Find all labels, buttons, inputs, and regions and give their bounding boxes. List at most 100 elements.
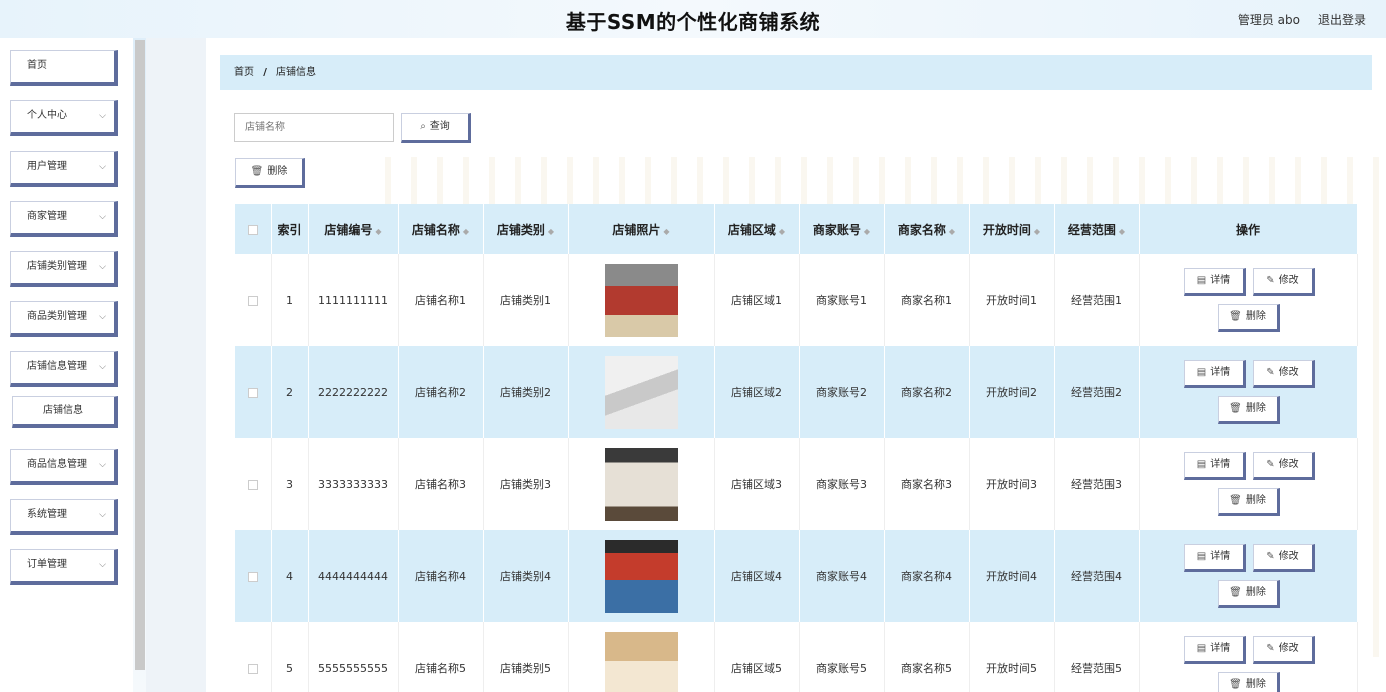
sidebar-item-label: 首页 (27, 60, 47, 71)
row-checkbox[interactable] (247, 571, 258, 582)
sidebar-item-home[interactable]: 首页 (10, 50, 118, 86)
document-icon: ▤ (1196, 551, 1207, 562)
breadcrumb: 首页 / 店铺信息 (220, 55, 1372, 90)
cell-merchant: 商家名称5 (884, 622, 970, 692)
sidebar-item-shop-category-management[interactable]: 店铺类别管理 ⌵ (10, 251, 118, 287)
shop-photo[interactable] (604, 263, 678, 337)
delete-button[interactable]: 🗑 删除 (1217, 304, 1280, 332)
edit-button[interactable]: ✎ 修改 (1252, 452, 1315, 480)
detail-button[interactable]: ▤ 详情 (1183, 544, 1246, 572)
cell-account: 商家账号3 (799, 438, 885, 530)
row-checkbox[interactable] (247, 479, 258, 490)
edit-button[interactable]: ✎ 修改 (1252, 268, 1315, 296)
table-row: 2 2222222222 店铺名称2 店铺类别2 店铺区域2 商家账号2 商家名称2 开放时间… (235, 346, 1358, 438)
column-header-scope[interactable]: 经营范围 ◆ (1054, 204, 1140, 254)
cell-photo (568, 254, 715, 346)
top-header: 基于SSM的个性化商铺系统 管理员 abo 退出登录 (0, 0, 1386, 38)
query-button[interactable]: ⌕ 查询 (401, 113, 471, 143)
cell-category: 店铺类别2 (483, 346, 569, 438)
delete-button[interactable]: 🗑 删除 (1217, 488, 1280, 516)
sidebar-item-user-management[interactable]: 用户管理 ⌵ (10, 151, 118, 187)
cell-actions: ▤ 详情 ✎ 修改 🗑 删除 (1139, 438, 1358, 530)
document-icon: ▤ (1196, 275, 1207, 286)
column-header-photo[interactable]: 店铺照片 ◆ (568, 204, 715, 254)
row-select-cell[interactable] (235, 254, 272, 346)
sidebar-item-merchant-management[interactable]: 商家管理 ⌵ (10, 201, 118, 237)
sort-icon: ◆ (863, 226, 871, 236)
cell-merchant: 商家名称3 (884, 438, 970, 530)
row-select-cell[interactable] (235, 530, 272, 622)
sidebar-item-label: 商家管理 (27, 211, 67, 222)
chevron-down-icon: ⌵ (99, 162, 106, 172)
select-all-checkbox[interactable] (247, 224, 258, 235)
sidebar-item-product-category-management[interactable]: 商品类别管理 ⌵ (10, 301, 118, 337)
cell-account: 商家账号2 (799, 346, 885, 438)
shop-photo[interactable] (604, 539, 678, 613)
cell-area: 店铺区域1 (714, 254, 800, 346)
cell-category: 店铺类别3 (483, 438, 569, 530)
column-header-category[interactable]: 店铺类别 ◆ (483, 204, 569, 254)
sort-icon: ◆ (462, 226, 470, 236)
sidebar-item-label: 店铺类别管理 (27, 261, 87, 272)
row-checkbox[interactable] (247, 663, 258, 674)
cell-hours: 开放时间3 (969, 438, 1055, 530)
row-select-cell[interactable] (235, 622, 272, 692)
row-checkbox[interactable] (247, 295, 258, 306)
cell-photo (568, 346, 715, 438)
column-header-name[interactable]: 店铺名称 ◆ (398, 204, 484, 254)
cell-index: 2 (271, 346, 309, 438)
column-header-hours[interactable]: 开放时间 ◆ (969, 204, 1055, 254)
sidebar-item-order-management[interactable]: 订单管理 ⌵ (10, 549, 118, 585)
sidebar-item-label: 商品信息管理 (27, 459, 87, 470)
sort-icon: ◆ (778, 226, 786, 236)
chevron-up-icon: ⌵ (99, 362, 106, 372)
detail-button[interactable]: ▤ 详情 (1183, 452, 1246, 480)
shop-photo[interactable] (604, 631, 678, 692)
sidebar-scrollbar[interactable] (135, 40, 145, 670)
select-all-header[interactable] (235, 204, 272, 254)
row-select-cell[interactable] (235, 438, 272, 530)
sort-icon: ◆ (663, 226, 670, 236)
column-header-merchant[interactable]: 商家名称 ◆ (884, 204, 970, 254)
column-header-area[interactable]: 店铺区域 ◆ (714, 204, 800, 254)
shop-photo[interactable] (604, 447, 678, 521)
sidebar-item-shop-info[interactable]: 店铺信息 (12, 396, 118, 428)
cell-account: 商家账号4 (799, 530, 885, 622)
cell-area: 店铺区域4 (714, 530, 800, 622)
delete-button[interactable]: 🗑 删除 (1217, 580, 1280, 608)
cell-hours: 开放时间4 (969, 530, 1055, 622)
watermark-logo: V (1060, 620, 1089, 660)
sidebar-item-product-info-management[interactable]: 商品信息管理 ⌵ (10, 449, 118, 485)
sort-icon: ◆ (547, 226, 555, 236)
delete-button[interactable]: 🗑 删除 (1217, 396, 1280, 424)
sidebar-item-label: 系统管理 (27, 509, 67, 520)
sidebar-item-shop-info-management[interactable]: 店铺信息管理 ⌵ (10, 351, 118, 387)
detail-button[interactable]: ▤ 详情 (1183, 360, 1246, 388)
document-icon: ▤ (1196, 459, 1207, 470)
edit-button[interactable]: ✎ 修改 (1252, 360, 1315, 388)
cell-category: 店铺类别5 (483, 622, 569, 692)
cell-scope: 经营范围2 (1054, 346, 1140, 438)
cell-account: 商家账号1 (799, 254, 885, 346)
cell-hours: 开放时间1 (969, 254, 1055, 346)
breadcrumb-home[interactable]: 首页 (234, 67, 254, 78)
sidebar-item-system-management[interactable]: 系统管理 ⌵ (10, 499, 118, 535)
cell-code: 5555555555 (308, 622, 399, 692)
cell-index: 5 (271, 622, 309, 692)
column-header-code[interactable]: 店铺编号 ◆ (308, 204, 399, 254)
column-header-account[interactable]: 商家账号 ◆ (799, 204, 885, 254)
cell-actions: ▤ 详情 ✎ 修改 🗑 删除 (1139, 346, 1358, 438)
logout-link[interactable]: 退出登录 (1318, 11, 1366, 28)
shop-name-search-input[interactable] (234, 113, 394, 142)
row-select-cell[interactable] (235, 346, 272, 438)
document-icon: ▤ (1196, 367, 1207, 378)
sidebar-menu: 首页 个人中心 ⌵ 用户管理 ⌵ 商家管理 ⌵ 店铺类别管理 ⌵ 商品类别管理 … (0, 38, 133, 692)
cell-hours: 开放时间2 (969, 346, 1055, 438)
shop-photo[interactable] (604, 355, 678, 429)
edit-button[interactable]: ✎ 修改 (1252, 544, 1315, 572)
batch-delete-button[interactable]: 🗑 删除 (235, 158, 305, 188)
row-checkbox[interactable] (247, 387, 258, 398)
sidebar-item-personal-center[interactable]: 个人中心 ⌵ (10, 100, 118, 136)
cell-scope: 经营范围1 (1054, 254, 1140, 346)
detail-button[interactable]: ▤ 详情 (1183, 268, 1246, 296)
